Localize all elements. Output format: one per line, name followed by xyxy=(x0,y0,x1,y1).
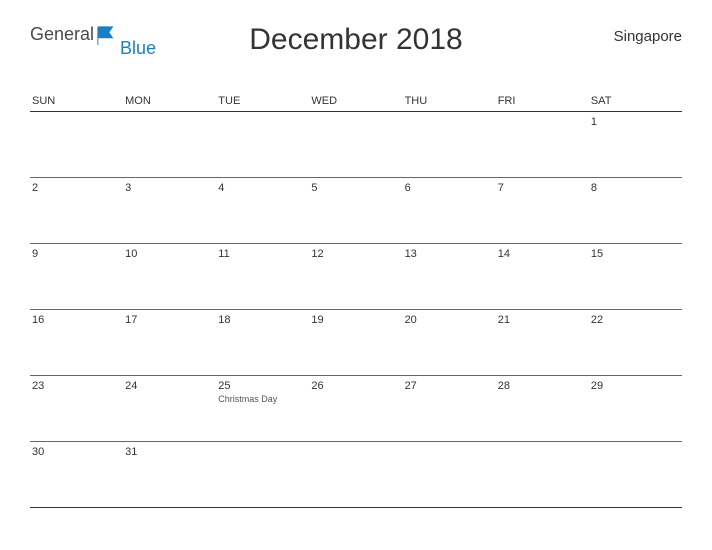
week-row: 23 24 25 Christmas Day 26 27 28 29 xyxy=(30,376,682,442)
calendar-day: 1 xyxy=(589,112,682,177)
day-number: 2 xyxy=(32,182,121,194)
week-row: 9 10 11 12 13 14 15 xyxy=(30,244,682,310)
day-number: 22 xyxy=(591,314,680,326)
calendar-day xyxy=(309,442,402,507)
calendar-day: 12 xyxy=(309,244,402,309)
day-number: 30 xyxy=(32,446,121,458)
day-number: 9 xyxy=(32,248,121,260)
calendar-day: 14 xyxy=(496,244,589,309)
calendar-grid: SUN MON TUE WED THU FRI SAT 123456789101… xyxy=(30,95,682,508)
logo-flag-icon xyxy=(96,25,118,47)
day-number: 10 xyxy=(125,248,214,260)
calendar-day xyxy=(496,442,589,507)
day-number: 12 xyxy=(311,248,400,260)
calendar-day: 11 xyxy=(216,244,309,309)
day-number: 18 xyxy=(218,314,307,326)
week-row: 2345678 xyxy=(30,178,682,244)
calendar-day: 10 xyxy=(123,244,216,309)
calendar-day: 9 xyxy=(30,244,123,309)
day-number: 26 xyxy=(311,380,400,392)
calendar-day xyxy=(309,112,402,177)
calendar-day: 27 xyxy=(403,376,496,441)
weekday-wed: WED xyxy=(309,95,402,107)
calendar-day: 30 xyxy=(30,442,123,507)
weekday-tue: TUE xyxy=(216,95,309,107)
calendar-day: 8 xyxy=(589,178,682,243)
calendar-day: 2 xyxy=(30,178,123,243)
calendar-day xyxy=(216,442,309,507)
calendar-day: 17 xyxy=(123,310,216,375)
weekday-fri: FRI xyxy=(496,95,589,107)
calendar-day: 3 xyxy=(123,178,216,243)
day-number: 29 xyxy=(591,380,680,392)
day-number: 15 xyxy=(591,248,680,260)
calendar-day xyxy=(403,442,496,507)
logo-text-blue: Blue xyxy=(120,39,156,57)
calendar-day xyxy=(589,442,682,507)
calendar-day: 25 Christmas Day xyxy=(216,376,309,441)
day-number: 8 xyxy=(591,182,680,194)
day-number: 16 xyxy=(32,314,121,326)
weekday-sun: SUN xyxy=(30,95,123,107)
calendar-day: 24 xyxy=(123,376,216,441)
calendar-day xyxy=(30,112,123,177)
calendar-day xyxy=(403,112,496,177)
day-number: 5 xyxy=(311,182,400,194)
day-number: 14 xyxy=(498,248,587,260)
calendar-day: 7 xyxy=(496,178,589,243)
day-number: 24 xyxy=(125,380,214,392)
calendar-day: 31 xyxy=(123,442,216,507)
calendar-day: 20 xyxy=(403,310,496,375)
weekday-mon: MON xyxy=(123,95,216,107)
brand-logo: General Blue xyxy=(30,25,156,47)
day-number: 21 xyxy=(498,314,587,326)
logo-text-general: General xyxy=(30,25,94,43)
calendar-day: 5 xyxy=(309,178,402,243)
calendar-day: 23 xyxy=(30,376,123,441)
calendar-day: 4 xyxy=(216,178,309,243)
day-number: 4 xyxy=(218,182,307,194)
day-number: 25 xyxy=(218,380,307,392)
weekday-sat: SAT xyxy=(589,95,682,107)
calendar-day: 29 xyxy=(589,376,682,441)
day-event: Christmas Day xyxy=(218,394,307,404)
calendar-day xyxy=(496,112,589,177)
day-number: 20 xyxy=(405,314,494,326)
weekday-header-row: SUN MON TUE WED THU FRI SAT xyxy=(30,95,682,112)
calendar-day: 13 xyxy=(403,244,496,309)
week-row: 30 31 xyxy=(30,442,682,508)
day-number: 27 xyxy=(405,380,494,392)
week-row: 1 xyxy=(30,112,682,178)
day-number: 3 xyxy=(125,182,214,194)
calendar-day: 22 xyxy=(589,310,682,375)
calendar-day: 6 xyxy=(403,178,496,243)
calendar-day: 21 xyxy=(496,310,589,375)
day-number: 17 xyxy=(125,314,214,326)
calendar-day: 16 xyxy=(30,310,123,375)
calendar-day: 26 xyxy=(309,376,402,441)
weeks-container: 1234567891011121314151617181920212223242… xyxy=(30,112,682,508)
calendar-day: 15 xyxy=(589,244,682,309)
day-number: 11 xyxy=(218,248,307,260)
calendar-title: December 2018 xyxy=(249,23,462,57)
weekday-thu: THU xyxy=(403,95,496,107)
day-number: 1 xyxy=(591,116,680,128)
calendar-day xyxy=(216,112,309,177)
week-row: 16 17 18 19 20 21 22 xyxy=(30,310,682,376)
day-number: 7 xyxy=(498,182,587,194)
day-number: 28 xyxy=(498,380,587,392)
calendar-header: General Blue December 2018 Singapore xyxy=(30,25,682,75)
country-label: Singapore xyxy=(614,28,682,45)
calendar-day: 18 xyxy=(216,310,309,375)
calendar-day: 28 xyxy=(496,376,589,441)
day-number: 6 xyxy=(405,182,494,194)
calendar-day: 19 xyxy=(309,310,402,375)
calendar-day xyxy=(123,112,216,177)
day-number: 13 xyxy=(405,248,494,260)
day-number: 23 xyxy=(32,380,121,392)
day-number: 19 xyxy=(311,314,400,326)
day-number: 31 xyxy=(125,446,214,458)
